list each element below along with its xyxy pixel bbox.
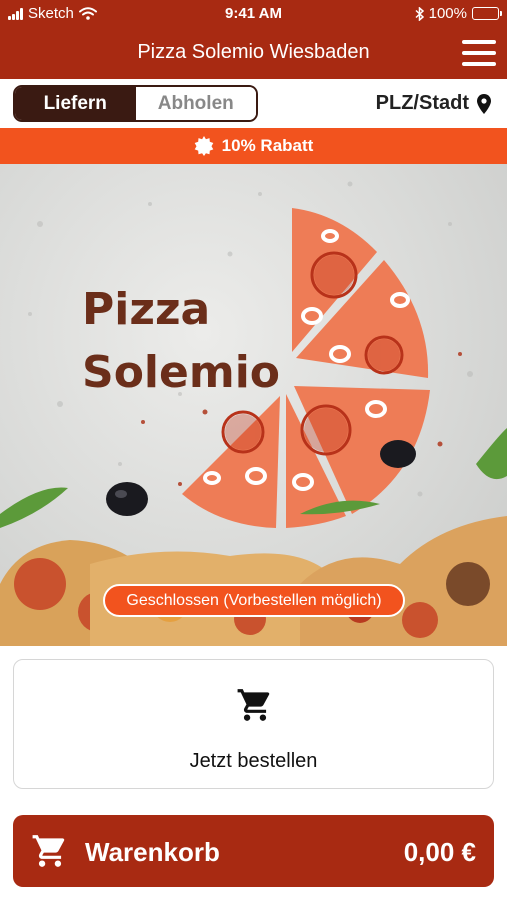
battery-percentage: 100% [428, 5, 467, 22]
shopping-cart-icon [32, 835, 65, 867]
hero-illustration: Pizza Solemio [0, 181, 507, 646]
cart-label: Warenkorb [85, 837, 220, 867]
badge-star-icon [194, 136, 213, 156]
map-pin-icon [477, 93, 491, 114]
hamburger-menu-icon[interactable] [462, 40, 496, 66]
mode-bar: Liefern Abholen PLZ/Stadt [0, 79, 507, 128]
page-title: Pizza Solemio Wiesbaden [137, 41, 370, 63]
tab-abholen[interactable]: Abholen [135, 87, 256, 120]
cart-total: 0,00 € [403, 837, 476, 867]
bluetooth-icon [415, 6, 424, 21]
order-now-card[interactable]: Jetzt bestellen [13, 659, 494, 789]
location-label: PLZ/Stadt [375, 92, 469, 114]
order-now-label: Jetzt bestellen [189, 750, 318, 772]
location-selector[interactable]: PLZ/Stadt [376, 92, 491, 115]
shopping-cart-icon [237, 689, 270, 721]
status-bar: Sketch 9:41 AM 100% [0, 0, 507, 27]
tab-liefern[interactable]: Liefern [15, 87, 136, 120]
cart-button[interactable]: Warenkorb 0,00 € [13, 815, 494, 887]
status-right: 100% [415, 5, 502, 22]
battery-icon [472, 7, 502, 20]
hero-banner: Pizza Solemio Geschlossen (Vorbestellen … [0, 164, 507, 646]
logo-text-solemio: Solemio [82, 347, 280, 398]
arugula-icon [0, 487, 68, 528]
promo-text: 10% Rabatt [221, 136, 314, 155]
olive-icon [106, 482, 148, 516]
promo-banner: 10% Rabatt [0, 128, 507, 164]
delivery-mode-toggle: Liefern Abholen [13, 85, 258, 122]
logo-text-pizza: Pizza [82, 284, 210, 335]
app-header: Pizza Solemio Wiesbaden [0, 27, 507, 79]
store-status-badge[interactable]: Geschlossen (Vorbestellen möglich) [103, 584, 405, 617]
